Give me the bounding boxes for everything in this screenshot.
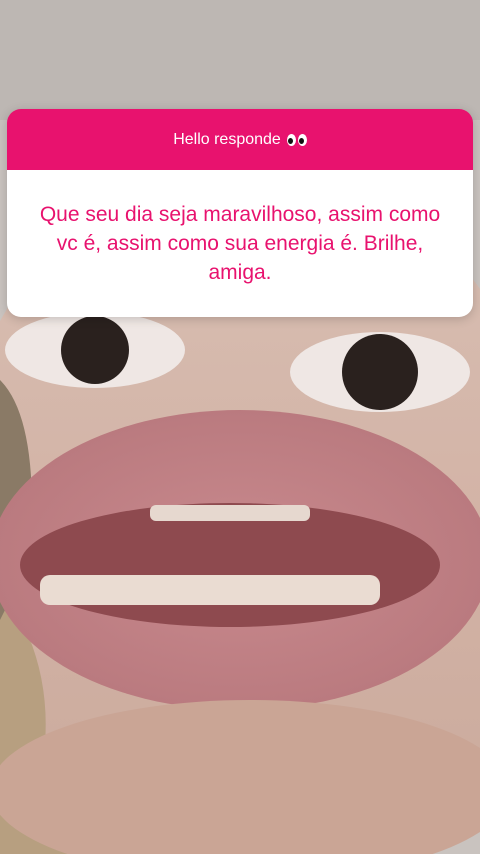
question-sticker-title: Hello responde [173,130,281,148]
question-sticker-body: Que seu dia seja maravilhoso, assim como… [7,170,473,317]
question-sticker-header: Hello responde [7,109,473,170]
eyes-icon [286,133,307,146]
question-answer-text: Que seu dia seja maravilhoso, assim como… [39,203,441,284]
question-sticker[interactable]: Hello responde Que seu dia seja maravilh… [7,109,473,317]
